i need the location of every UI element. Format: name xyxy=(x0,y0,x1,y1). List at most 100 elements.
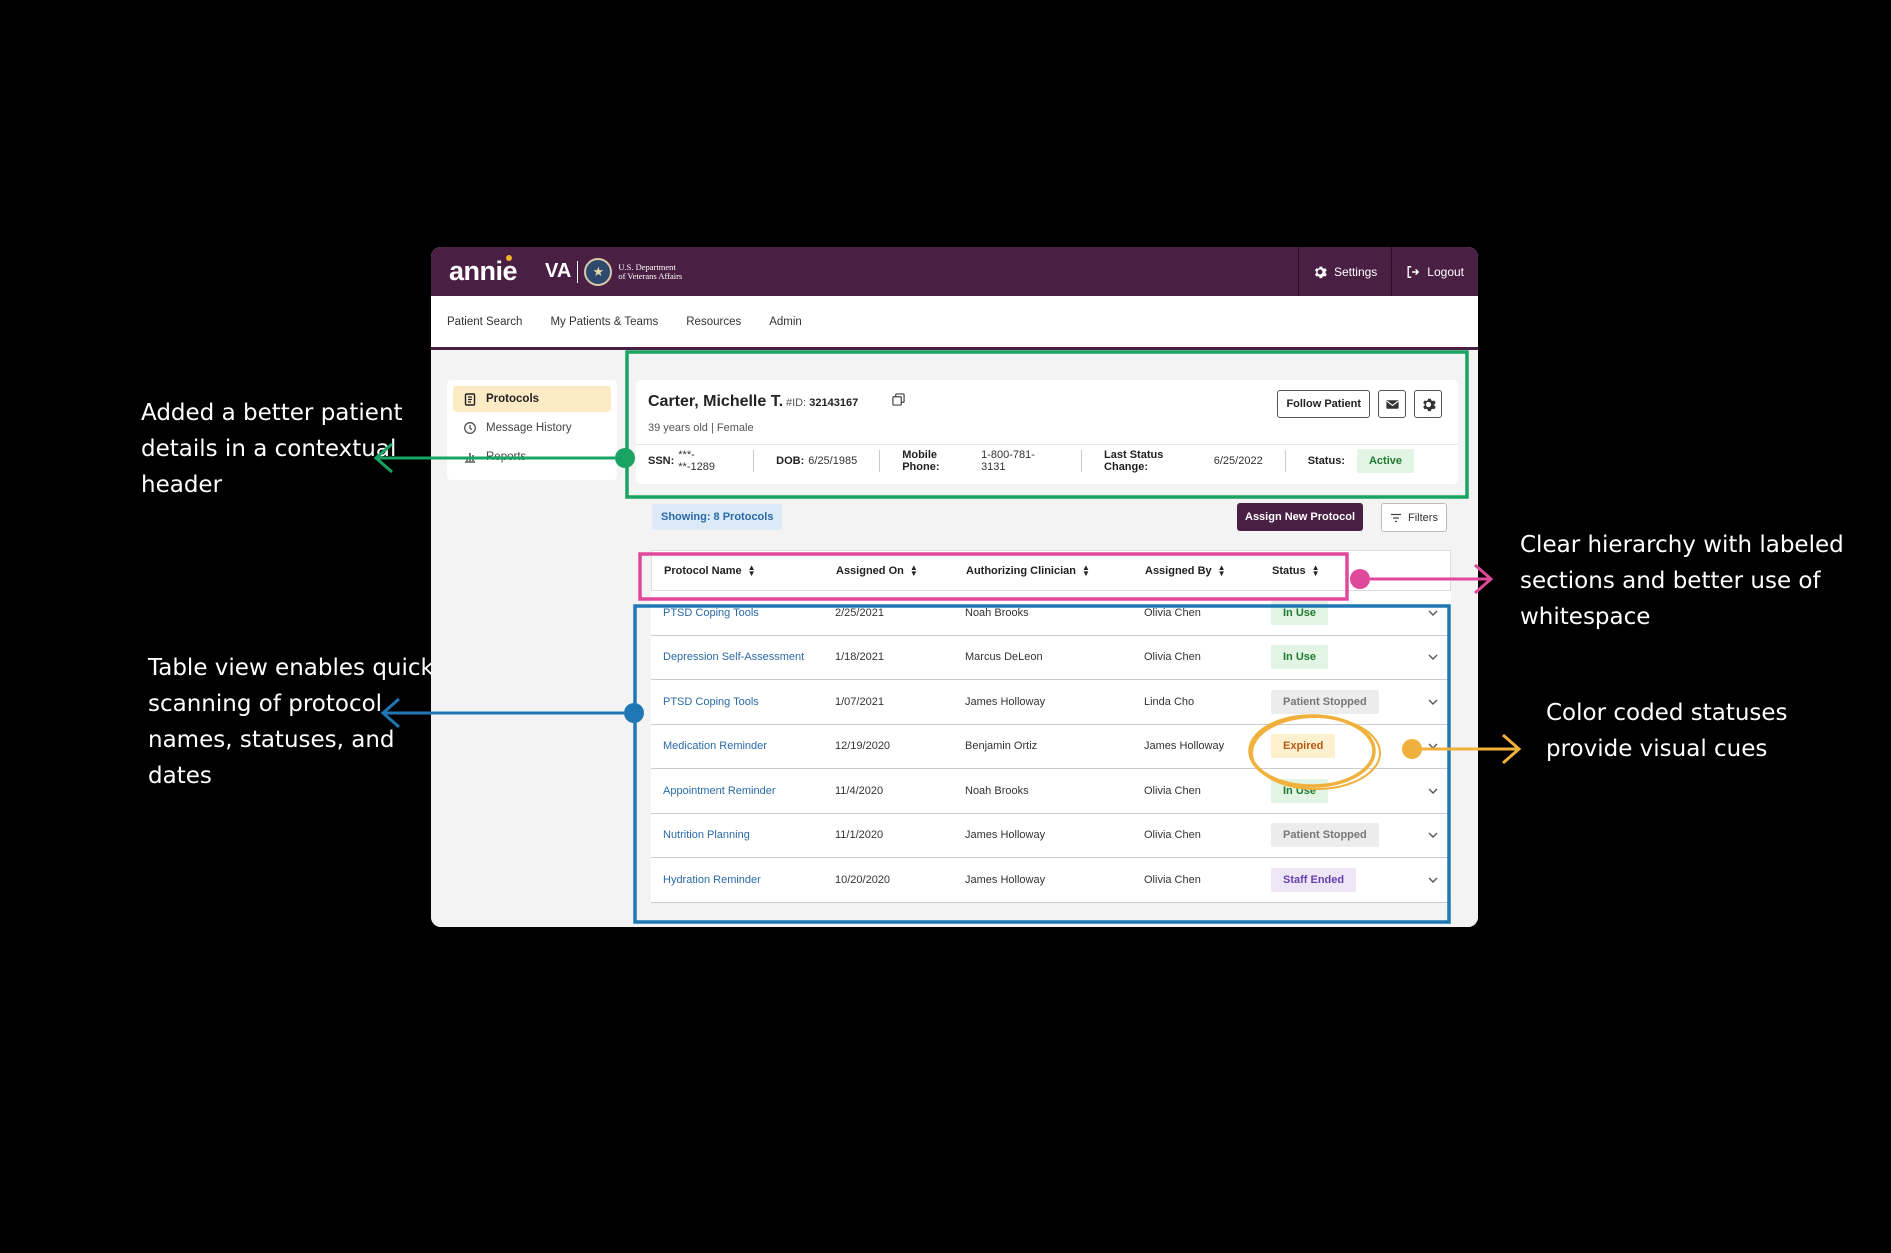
chevron-down-icon[interactable] xyxy=(1427,696,1439,708)
authorizing-clinician-cell: Marcus DeLeon xyxy=(965,651,1043,664)
column-header-label: Status xyxy=(1272,564,1306,577)
table-row[interactable]: Nutrition Planning 11/1/2020 James Hollowa… xyxy=(651,813,1451,858)
sidebar-item-reports[interactable]: Reports xyxy=(453,444,611,470)
sidebar-item-message-history[interactable]: Message History xyxy=(453,415,611,441)
sort-icon: ▲ ▼ xyxy=(909,562,918,578)
ssn-label: SSN: xyxy=(648,454,675,467)
table-header: Protocol Name ▲ ▼ Assigned On ▲ ▼ Authorizin… xyxy=(651,550,1451,591)
assigned-by-cell: Olivia Chen xyxy=(1144,606,1201,619)
table-body: PTSD Coping Tools 2/25/2021 Noah Brooks Oli… xyxy=(651,591,1451,903)
phone-label: Mobile Phone: xyxy=(902,448,940,473)
authorizing-clinician-cell: Noah Brooks xyxy=(965,606,1029,619)
authorizing-clinician-cell: James Holloway xyxy=(965,695,1046,708)
annotation-table-view: Table view enables quick scanning of pro… xyxy=(148,655,434,789)
authorizing-clinician-cell: Noah Brooks xyxy=(965,784,1029,797)
last-change-label: Last Status Change: xyxy=(1104,448,1164,473)
chevron-down-icon[interactable] xyxy=(1427,829,1439,841)
patient-header: Carter, Michelle T. #ID: 32143167 39 yea… xyxy=(636,380,1458,484)
chevron-down-icon[interactable] xyxy=(1427,740,1439,752)
assign-new-protocol-button[interactable]: Assign New Protocol xyxy=(1237,503,1364,531)
status-cell: In Use xyxy=(1271,645,1411,670)
patient-status: Status: Active xyxy=(1307,448,1436,473)
dob-label: DOB: xyxy=(776,454,805,467)
status-cell: In Use xyxy=(1271,600,1411,625)
patient-id-value: 32143167 xyxy=(809,397,859,409)
column-header-assigned-on[interactable]: Assigned On ▲ ▼ xyxy=(836,562,966,578)
protocol-name-link[interactable]: Nutrition Planning xyxy=(651,829,835,841)
logout-label: Logout xyxy=(1427,264,1464,279)
logout-button[interactable]: Logout xyxy=(1391,247,1478,296)
assigned-by-cell: Olivia Chen xyxy=(1144,873,1201,886)
column-header-label: Protocol Name xyxy=(664,564,742,577)
nav-item-patient-search[interactable]: Patient Search xyxy=(447,316,522,328)
chart-icon xyxy=(465,453,475,463)
chevron-down-icon[interactable] xyxy=(1427,607,1439,619)
ssn-value: ***-**-1289 xyxy=(678,448,715,473)
status-label: Status: xyxy=(1307,454,1345,467)
phone-value: 1-800-781-3131 xyxy=(981,448,1035,473)
assigned-by-cell: Olivia Chen xyxy=(1144,829,1201,842)
assigned-on-cell: 10/20/2020 xyxy=(835,873,891,886)
chevron-down-icon[interactable] xyxy=(1427,785,1439,797)
assigned-on-cell: 1/07/2021 xyxy=(835,695,884,708)
sort-icon: ▲ ▼ xyxy=(1311,562,1320,578)
filters-label: Filters xyxy=(1408,511,1438,524)
top-bar: annie VA ★ U.S. Department of Veterans A… xyxy=(431,247,1478,296)
column-header-label: Assigned On xyxy=(836,564,904,577)
gear-icon xyxy=(1314,266,1327,278)
column-header-assigned-by[interactable]: Assigned By ▲ ▼ xyxy=(1145,563,1272,577)
logo-divider xyxy=(577,260,579,283)
patient-settings-button[interactable] xyxy=(1414,390,1442,418)
chevron-down-icon[interactable] xyxy=(1427,651,1439,663)
protocol-name-link[interactable]: Appointment Reminder xyxy=(651,785,835,797)
annotation-patient-header: Added a better patient details in a cont… xyxy=(141,400,403,498)
main-nav: Patient Search My Patients & Teams Resou… xyxy=(431,296,1478,350)
copy-icon[interactable] xyxy=(892,393,905,406)
envelope-icon xyxy=(1385,399,1399,409)
nav-item-resources[interactable]: Resources xyxy=(686,316,741,328)
authorizing-clinician-cell: James Holloway xyxy=(965,873,1046,886)
status-cell: Staff Ended xyxy=(1271,867,1411,892)
logout-icon xyxy=(1407,265,1420,278)
column-header-protocol-name[interactable]: Protocol Name ▲ ▼ xyxy=(652,563,836,577)
chevron-down-icon[interactable] xyxy=(1427,874,1439,886)
column-header-status[interactable]: Status ▲ ▼ xyxy=(1272,562,1412,578)
table-row[interactable]: Medication Reminder 12/19/2020 Benjamin Or… xyxy=(651,724,1451,769)
filter-icon xyxy=(1391,513,1402,522)
protocol-name-link[interactable]: PTSD Coping Tools xyxy=(651,607,835,619)
table-row[interactable]: PTSD Coping Tools 2/25/2021 Noah Brooks Oli… xyxy=(651,591,1451,636)
sort-icon: ▲ ▼ xyxy=(1082,562,1090,578)
assigned-by-cell: Linda Cho xyxy=(1144,695,1195,708)
status-badge: In Use xyxy=(1271,778,1329,803)
patient-ssn: SSN: ***-**-1289 xyxy=(648,448,755,473)
annie-logo[interactable]: annie xyxy=(449,256,518,287)
table-row[interactable]: Depression Self-Assessment 1/18/2021 Marcu… xyxy=(651,635,1451,680)
follow-patient-button[interactable]: Follow Patient xyxy=(1277,390,1370,418)
protocol-name-link[interactable]: Hydration Reminder xyxy=(651,874,835,886)
table-row[interactable]: Hydration Reminder 10/20/2020 James Hollow… xyxy=(651,858,1451,903)
gear-icon xyxy=(1422,398,1436,411)
table-row[interactable]: PTSD Coping Tools 1/07/2021 James Holloway… xyxy=(651,680,1451,725)
status-badge: In Use xyxy=(1271,600,1329,625)
assigned-on-cell: 1/18/2021 xyxy=(835,651,884,664)
sidebar-item-label: Protocols xyxy=(486,393,540,405)
patient-last-status-change: Last Status Change: 6/25/2022 xyxy=(1104,448,1286,473)
table-row[interactable]: Appointment Reminder 11/4/2020 Noah Brooks… xyxy=(651,769,1451,814)
assigned-by-cell: Olivia Chen xyxy=(1144,784,1201,797)
status-badge: Patient Stopped xyxy=(1271,823,1379,848)
sidebar-item-label: Message History xyxy=(486,422,572,434)
sidebar-item-protocols[interactable]: Protocols xyxy=(453,386,611,412)
protocol-name-link[interactable]: PTSD Coping Tools xyxy=(651,696,835,708)
filters-button[interactable]: Filters xyxy=(1381,503,1447,532)
va-logo: VA xyxy=(545,260,572,282)
protocol-name-link[interactable]: Medication Reminder xyxy=(651,740,835,752)
patient-phone: Mobile Phone: 1-800-781-3131 xyxy=(902,448,1083,473)
nav-item-my-patients[interactable]: My Patients & Teams xyxy=(550,316,658,328)
protocol-name-link[interactable]: Depression Self-Assessment xyxy=(651,651,835,663)
column-header-authorizing-clinician[interactable]: Authorizing Clinician ▲ ▼ xyxy=(966,562,1145,578)
logo-dot-icon xyxy=(506,254,513,261)
message-button[interactable] xyxy=(1378,390,1406,418)
settings-button[interactable]: Settings xyxy=(1297,247,1391,296)
settings-label: Settings xyxy=(1333,264,1378,279)
nav-item-admin[interactable]: Admin xyxy=(769,316,802,328)
